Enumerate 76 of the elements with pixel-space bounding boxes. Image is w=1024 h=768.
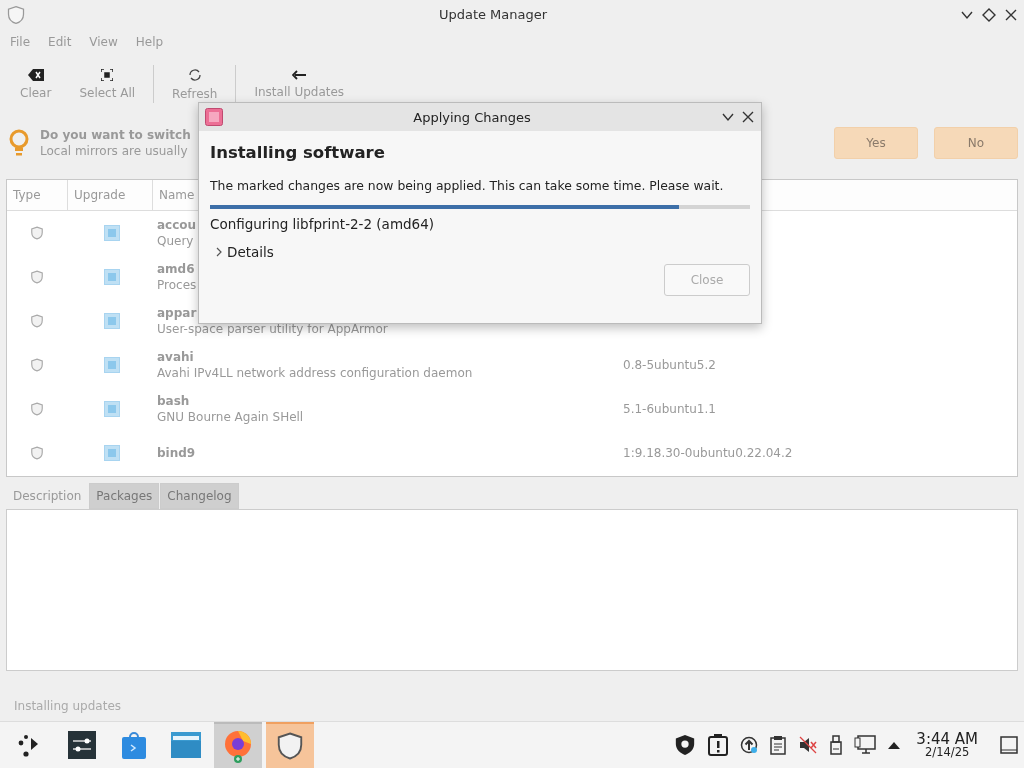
banner-button[interactable]: Yes (834, 127, 918, 159)
shield-icon (30, 225, 44, 241)
menu-item[interactable]: Help (135, 35, 164, 53)
lightbulb-icon (8, 129, 30, 157)
package-version: 1:9.18.30-0ubuntu0.22.04.2 (623, 446, 793, 460)
browser-icon (223, 729, 253, 763)
shield-icon (275, 731, 305, 761)
sliders-icon (68, 731, 96, 759)
package-version: 0.8-5ubuntu5.2 (623, 358, 716, 372)
clock-date[interactable]: 2/14/25 (925, 746, 970, 759)
package-name: bash (157, 394, 190, 408)
package-name: avahi (157, 350, 194, 364)
package-description: Query (157, 234, 194, 248)
checkbox[interactable] (104, 401, 120, 417)
shield-icon (6, 4, 26, 25)
shield-icon (30, 401, 44, 417)
shield-icon[interactable] (674, 734, 697, 756)
upload-icon[interactable] (740, 736, 759, 754)
clipboard-icon[interactable] (770, 735, 787, 755)
status-text: Installing updates (13, 699, 123, 715)
package-name: appar (157, 306, 197, 320)
banner-title: Do you want to switch (40, 128, 191, 142)
tab[interactable]: Packages (89, 483, 160, 509)
details-expander[interactable]: Details (210, 244, 279, 260)
dialog-title: Applying Changes (412, 109, 532, 125)
toolbar-button[interactable]: Install Updates (240, 59, 359, 109)
speaker-muted-icon[interactable] (798, 735, 819, 755)
usb-drive-icon[interactable] (830, 735, 843, 755)
toolbar-button[interactable]: Select All (65, 59, 150, 109)
caret-up-icon[interactable] (888, 741, 901, 749)
clipboard-alert-icon[interactable] (708, 734, 729, 756)
clock-time[interactable]: 3:44 AM (916, 731, 978, 747)
checkbox[interactable] (104, 225, 120, 241)
toolbar-button[interactable]: Clear (6, 59, 66, 109)
progress-step: Configuring libfprint-2-2 (amd64) (210, 216, 750, 232)
backspace-icon (27, 68, 44, 81)
folder-icon (171, 732, 201, 758)
package-version: 5.1-6ubuntu1.1 (623, 402, 716, 416)
window-title: Update Manager (437, 7, 549, 22)
package-description: Avahi IPv4LL network address configuration daemon (157, 366, 473, 380)
show-desktop-icon[interactable] (1000, 736, 1018, 754)
menu-item[interactable]: View (89, 35, 118, 53)
shield-icon (30, 357, 44, 373)
package-description: GNU Bourne Again SHell (157, 410, 304, 424)
package-name: accou (157, 218, 197, 232)
shield-icon (30, 445, 44, 461)
package-icon (205, 108, 223, 126)
close-icon[interactable] (1004, 7, 1018, 22)
checkbox[interactable] (104, 313, 120, 329)
package-name: amd6 (157, 262, 195, 276)
dialog-message: The marked changes are now being applied. This can take some time. Please wait. (210, 178, 725, 193)
maximize-icon[interactable] (982, 7, 996, 22)
checkbox[interactable] (104, 269, 120, 285)
menu-item[interactable]: Edit (48, 35, 72, 53)
checkbox[interactable] (104, 445, 120, 461)
shield-icon (30, 313, 44, 329)
shield-icon (30, 269, 44, 285)
arrow-left-icon (292, 69, 307, 80)
package-name: bind9 (157, 446, 196, 460)
package-description: Proces (157, 278, 197, 292)
tab[interactable]: Changelog (160, 483, 239, 509)
shopping-bag-icon (121, 731, 147, 759)
toolbar-button[interactable]: Refresh (158, 59, 232, 109)
banner-text: Local mirrors are usually (40, 144, 188, 158)
taskbar-button[interactable] (266, 722, 314, 768)
column-header[interactable]: Upgrade (68, 180, 153, 210)
banner-button[interactable]: No (934, 127, 1018, 159)
dialog-heading: Installing software (210, 143, 386, 162)
chevron-icon (215, 247, 223, 257)
select-all-icon (101, 68, 114, 81)
refresh-icon (187, 67, 202, 82)
column-header[interactable]: Type (7, 180, 68, 210)
close-icon[interactable] (741, 110, 755, 124)
network-icon[interactable] (854, 735, 877, 755)
menu-item[interactable]: File (10, 35, 31, 53)
checkbox[interactable] (104, 357, 120, 373)
